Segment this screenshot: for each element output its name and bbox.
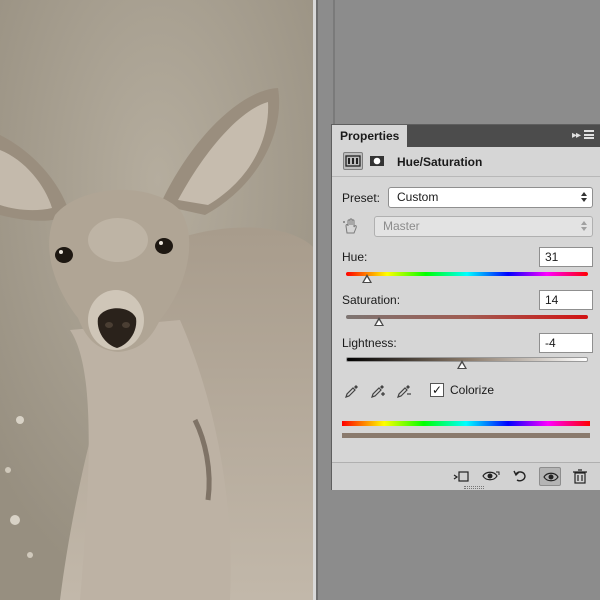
view-previous-state-icon <box>482 471 500 481</box>
deer-photo <box>0 0 316 600</box>
adjustment-title: Hue/Saturation <box>397 155 483 169</box>
saturation-input[interactable]: 14 <box>539 290 593 310</box>
hue-slider-track[interactable] <box>346 272 588 276</box>
preset-label: Preset: <box>342 191 381 205</box>
input-spectrum-bar <box>342 421 590 426</box>
properties-panel: Properties ▸▸ Hue/Saturation Preset: Cus… <box>331 124 600 490</box>
output-color-bar <box>342 433 590 438</box>
view-previous-state-button[interactable] <box>479 467 501 486</box>
colorize-label: Colorize <box>450 383 495 397</box>
channel-dropdown[interactable]: Master <box>374 216 593 237</box>
targeted-adjustment-hand-icon[interactable] <box>342 217 360 235</box>
hue-slider-thumb[interactable] <box>362 274 373 284</box>
colorize-checkbox[interactable]: ✓ <box>430 383 444 397</box>
clip-to-layer-button[interactable] <box>450 467 472 486</box>
document-canvas[interactable] <box>0 0 316 600</box>
trash-icon <box>573 469 587 484</box>
panel-menu-button[interactable]: ▸▸ <box>564 129 594 143</box>
adjustment-header: Hue/Saturation <box>332 147 600 177</box>
panel-dock-divider[interactable] <box>333 0 335 125</box>
dropdown-arrows-icon <box>581 221 588 232</box>
mask-icon[interactable] <box>367 152 387 170</box>
lightness-label: Lightness: <box>342 336 397 350</box>
visibility-eye-icon <box>543 472 559 482</box>
hue-label: Hue: <box>342 250 368 264</box>
saturation-slider-thumb[interactable] <box>374 317 385 327</box>
panel-menu-icon <box>584 130 594 139</box>
lightness-slider-thumb[interactable] <box>456 360 468 370</box>
eyedropper-minus-icon[interactable] <box>396 383 412 399</box>
lightness-input[interactable]: -4 <box>539 333 593 353</box>
clip-to-layer-icon <box>453 471 469 482</box>
workspace-background-lower <box>331 490 600 600</box>
eyedropper-icon[interactable] <box>344 383 360 399</box>
dropdown-arrows-icon <box>581 192 588 203</box>
preset-value: Custom <box>397 190 439 204</box>
panel-tabbar: Properties ▸▸ <box>332 125 600 147</box>
eyedropper-plus-icon[interactable] <box>370 383 386 399</box>
hue-saturation-icon[interactable] <box>343 152 363 170</box>
reset-button[interactable] <box>509 467 531 486</box>
saturation-label: Saturation: <box>342 293 401 307</box>
tab-properties[interactable]: Properties <box>332 125 407 147</box>
collapse-icon: ▸▸ <box>571 130 581 141</box>
reset-icon <box>513 470 526 482</box>
visibility-toggle-button[interactable] <box>539 467 561 486</box>
channel-value: Master <box>383 219 420 233</box>
hue-input[interactable]: 31 <box>539 247 593 267</box>
panel-resize-grip[interactable] <box>464 486 484 489</box>
preset-dropdown[interactable]: Custom <box>388 187 593 208</box>
delete-button[interactable] <box>569 467 591 486</box>
